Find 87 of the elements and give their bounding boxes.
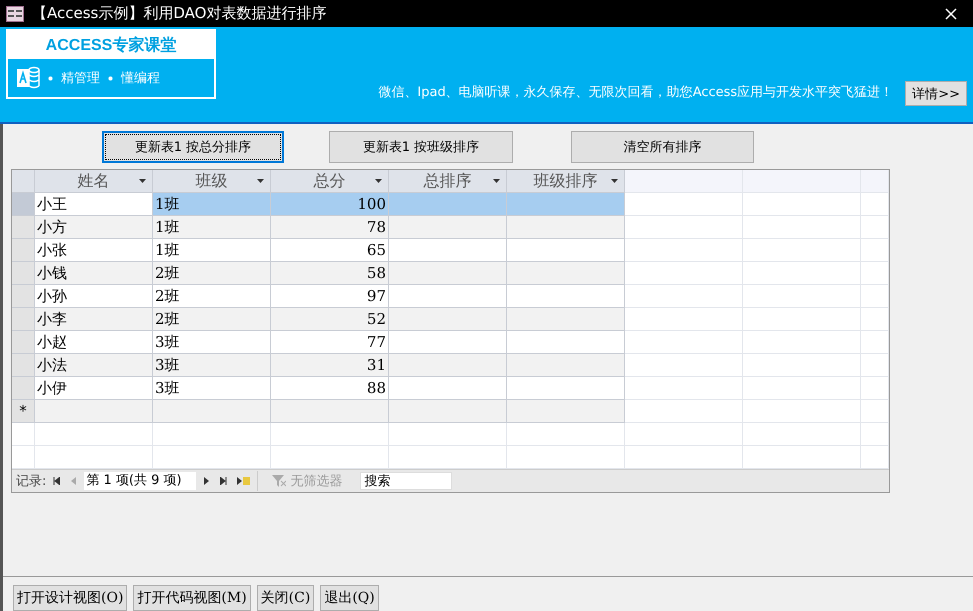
table-cell: 88 [271,377,389,400]
table-cell: 52 [271,308,389,331]
dropdown-icon[interactable] [493,179,500,183]
table-cell: 小伊 [35,377,153,400]
table-cell [861,308,889,331]
new-row-marker: * [12,400,35,423]
table-cell: 3班 [153,377,271,400]
column-header[interactable]: 总分 [271,170,389,193]
row-selector[interactable] [12,239,35,262]
dropdown-icon[interactable] [139,179,146,183]
table-cell [861,193,889,216]
table-cell: 小方 [35,216,153,239]
table-cell: 2班 [153,285,271,308]
close-icon[interactable] [945,8,957,20]
row-selector[interactable] [12,331,35,354]
table-cell [861,354,889,377]
table-cell: 78 [271,216,389,239]
column-header[interactable]: 姓名 [35,170,153,193]
last-record-icon[interactable] [220,477,228,485]
column-header[interactable]: 总排序 [389,170,507,193]
sort-button[interactable]: 更新表1 按班级排序 [329,131,513,163]
bullet-icon [48,76,53,80]
table-cell: 小王 [35,193,153,216]
dropdown-icon[interactable] [611,179,618,183]
table-cell: 2班 [153,308,271,331]
search-field[interactable]: 搜索 [360,472,452,490]
table-cell: 1班 [153,239,271,262]
bullet-icon [108,76,113,80]
dropdown-icon[interactable] [375,179,382,183]
table-cell [861,400,889,423]
table-cell: 31 [271,354,389,377]
first-record-icon[interactable] [53,477,60,485]
footer-button[interactable]: 打开设计视图(O) [13,585,128,611]
details-button[interactable]: 详情>> [905,81,967,106]
row-selector[interactable] [12,354,35,377]
record-position-field[interactable]: 第 1 项(共 9 项) [84,472,196,490]
column-header[interactable]: 班级 [153,170,271,193]
table-cell [861,216,889,239]
row-selector[interactable] [12,193,35,216]
slogan: 懂编程 [121,70,160,87]
row-selector[interactable] [12,216,35,239]
table-cell [861,331,889,354]
table-cell: 77 [271,331,389,354]
dropdown-icon[interactable] [257,179,264,183]
table-cell: 小张 [35,239,153,262]
filter-icon [272,475,286,487]
table-cell [861,239,889,262]
table-cell: 小李 [35,308,153,331]
table-cell [12,423,35,446]
row-selector[interactable] [12,308,35,331]
row-selector[interactable] [12,262,35,285]
table-cell: 小法 [35,354,153,377]
row-selector[interactable] [12,285,35,308]
table-cell: 3班 [153,354,271,377]
previous-record-icon[interactable] [70,477,78,485]
logo-title: ACCESS专家课堂 [44,35,178,56]
column-header[interactable]: 班级排序 [507,170,625,193]
table-cell [861,262,889,285]
table-cell: 100 [271,193,389,216]
row-selector[interactable] [12,377,35,400]
table-cell: 小赵 [35,331,153,354]
table-cell: 1班 [153,216,271,239]
table-cell: 2班 [153,262,271,285]
database-icon [16,65,40,91]
table-cell [861,377,889,400]
footer-button[interactable]: 关闭(C) [256,585,314,611]
new-record-icon[interactable] [237,477,250,485]
window-title: 【Access示例】利用DAO对表数据进行排序 [32,4,328,23]
table-cell: 97 [271,285,389,308]
record-label: 记录: [16,473,46,490]
table-cell [861,285,889,308]
sort-button[interactable]: 清空所有排序 [571,131,754,163]
table-cell: 58 [271,262,389,285]
table-cell: 小孙 [35,285,153,308]
footer-button[interactable]: 退出(Q) [320,585,379,611]
sort-button[interactable]: 更新表1 按总分排序 [102,131,284,163]
table-cell [861,423,889,446]
promo-message: 微信、Ipad、电脑听课，永久保存、无限次回看，助您Access应用与开发水平突飞猛进！ [377,84,894,101]
table-cell: 小钱 [35,262,153,285]
next-record-icon[interactable] [203,477,210,485]
form-icon [6,6,24,22]
footer-button[interactable]: 打开代码视图(M) [133,585,251,611]
table-cell: 3班 [153,331,271,354]
select-all-corner[interactable] [12,170,35,193]
table-cell: 1班 [153,193,271,216]
slogan: 精管理 [61,70,100,87]
table-cell: 65 [271,239,389,262]
